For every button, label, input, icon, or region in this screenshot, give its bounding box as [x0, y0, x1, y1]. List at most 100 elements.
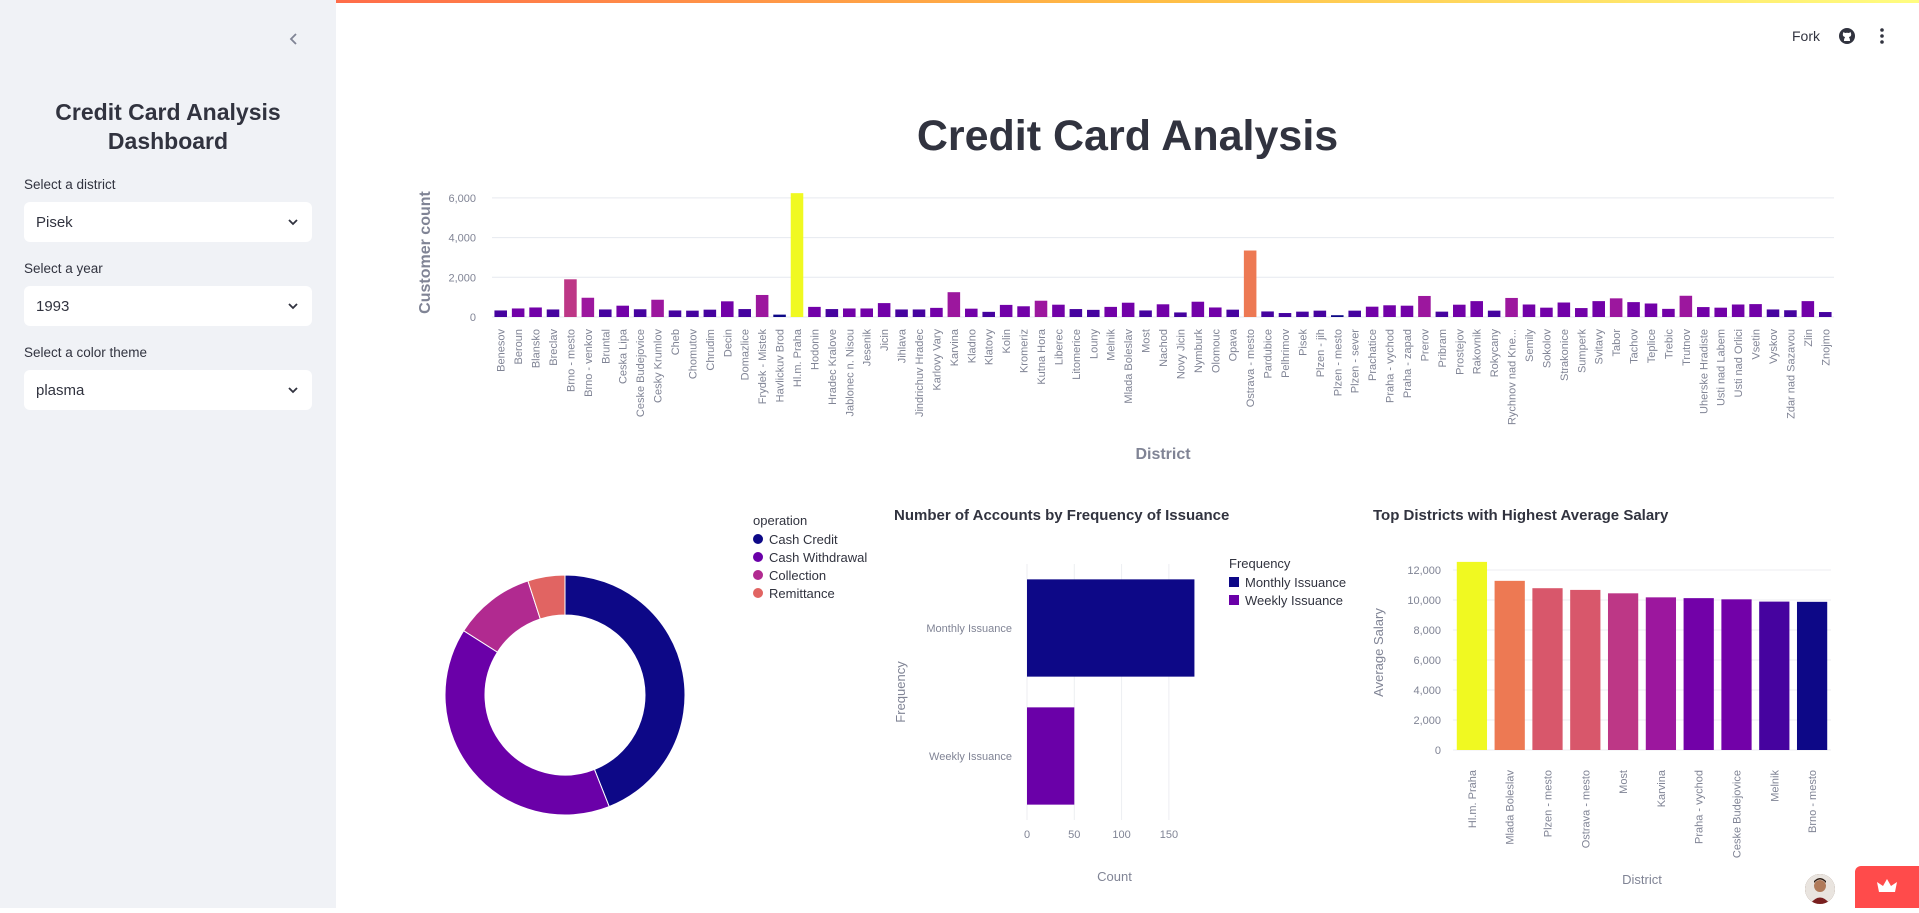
- legend-item[interactable]: Monthly Issuance: [1229, 573, 1346, 591]
- bar[interactable]: [912, 309, 926, 317]
- bar[interactable]: [1243, 250, 1257, 317]
- bar[interactable]: [825, 309, 839, 317]
- bar[interactable]: [1505, 297, 1518, 317]
- bar[interactable]: [1365, 306, 1379, 317]
- bar[interactable]: [581, 297, 595, 317]
- bar[interactable]: [999, 304, 1013, 317]
- main-menu-button[interactable]: [1873, 26, 1891, 46]
- bar[interactable]: [1209, 307, 1222, 317]
- streamlit-badge[interactable]: [1855, 866, 1919, 908]
- bar[interactable]: [1731, 304, 1745, 317]
- bar[interactable]: [1796, 601, 1828, 750]
- bar[interactable]: [1470, 301, 1483, 317]
- theme-select[interactable]: plasma: [24, 370, 312, 410]
- bar[interactable]: [773, 314, 786, 317]
- bar[interactable]: [686, 310, 699, 317]
- bar[interactable]: [494, 310, 507, 317]
- bar[interactable]: [1697, 307, 1710, 317]
- bar[interactable]: [668, 310, 682, 317]
- bar[interactable]: [790, 193, 804, 317]
- bar[interactable]: [843, 308, 856, 317]
- bar[interactable]: [1557, 302, 1571, 317]
- bar[interactable]: [1721, 599, 1752, 750]
- bar[interactable]: [1087, 309, 1100, 317]
- bar[interactable]: [1714, 307, 1727, 317]
- bar[interactable]: [703, 309, 717, 317]
- bar[interactable]: [1532, 588, 1563, 750]
- bar[interactable]: [1278, 313, 1292, 317]
- fork-link[interactable]: Fork: [1792, 28, 1820, 44]
- bar[interactable]: [1435, 311, 1449, 317]
- bar[interactable]: [1494, 580, 1525, 750]
- bar[interactable]: [1766, 309, 1780, 317]
- bar[interactable]: [1540, 307, 1553, 317]
- bar[interactable]: [1609, 298, 1623, 317]
- bar[interactable]: [1261, 311, 1274, 317]
- bar[interactable]: [1313, 310, 1327, 317]
- bar[interactable]: [546, 309, 560, 317]
- bar[interactable]: [808, 306, 821, 317]
- bar[interactable]: [1418, 295, 1431, 317]
- avatar[interactable]: [1805, 874, 1835, 904]
- bar[interactable]: [1017, 306, 1030, 317]
- donut-slice[interactable]: [564, 574, 686, 808]
- bar[interactable]: [651, 299, 664, 317]
- bar[interactable]: [1819, 312, 1832, 317]
- bar[interactable]: [965, 308, 978, 317]
- bar[interactable]: [947, 292, 961, 317]
- legend-item[interactable]: Cash Withdrawal: [753, 548, 867, 566]
- bar[interactable]: [1104, 306, 1117, 317]
- bar[interactable]: [1139, 310, 1152, 317]
- bar[interactable]: [1749, 304, 1762, 317]
- bar[interactable]: [599, 309, 612, 317]
- district-select[interactable]: Pisek: [24, 202, 312, 242]
- bar[interactable]: [1607, 593, 1639, 750]
- bar[interactable]: [1069, 309, 1083, 317]
- bar[interactable]: [1801, 301, 1815, 317]
- bar[interactable]: [1034, 300, 1048, 317]
- legend-item[interactable]: Weekly Issuance: [1229, 591, 1346, 609]
- collapse-sidebar-button[interactable]: [283, 28, 305, 50]
- bar[interactable]: [1487, 310, 1501, 317]
- bar[interactable]: [1027, 579, 1195, 677]
- bar[interactable]: [616, 305, 629, 317]
- bar[interactable]: [1784, 310, 1797, 317]
- legend-item[interactable]: Remittance: [753, 584, 867, 602]
- bar[interactable]: [721, 301, 734, 317]
- bar[interactable]: [1683, 598, 1714, 750]
- bar[interactable]: [1027, 707, 1075, 805]
- bar[interactable]: [1644, 303, 1658, 317]
- bar[interactable]: [1456, 561, 1488, 750]
- bar[interactable]: [1383, 305, 1396, 317]
- bar[interactable]: [1226, 309, 1239, 317]
- bar[interactable]: [1522, 304, 1536, 317]
- bar[interactable]: [1627, 302, 1640, 317]
- github-button[interactable]: [1838, 27, 1856, 45]
- bar[interactable]: [982, 311, 995, 317]
- bar[interactable]: [738, 309, 751, 317]
- year-select[interactable]: 1993: [24, 286, 312, 326]
- bar[interactable]: [1575, 308, 1588, 317]
- bar[interactable]: [633, 309, 647, 317]
- bar[interactable]: [1662, 308, 1675, 317]
- bar[interactable]: [755, 294, 769, 317]
- legend-item[interactable]: Cash Credit: [753, 530, 867, 548]
- bar[interactable]: [1121, 302, 1135, 317]
- bar[interactable]: [511, 308, 525, 317]
- donut-slice[interactable]: [444, 630, 610, 816]
- bar[interactable]: [1331, 315, 1344, 317]
- bar[interactable]: [1348, 310, 1361, 317]
- bar[interactable]: [1679, 295, 1693, 317]
- bar[interactable]: [1191, 301, 1205, 317]
- bar[interactable]: [1400, 305, 1414, 317]
- bar[interactable]: [529, 307, 542, 317]
- bar[interactable]: [1174, 312, 1187, 317]
- bar[interactable]: [1645, 597, 1677, 750]
- bar[interactable]: [895, 309, 908, 317]
- bar[interactable]: [1156, 304, 1170, 317]
- bar[interactable]: [1052, 304, 1065, 317]
- bar[interactable]: [877, 303, 891, 317]
- bar[interactable]: [930, 307, 943, 317]
- bar[interactable]: [1592, 301, 1605, 317]
- bar[interactable]: [1759, 601, 1790, 750]
